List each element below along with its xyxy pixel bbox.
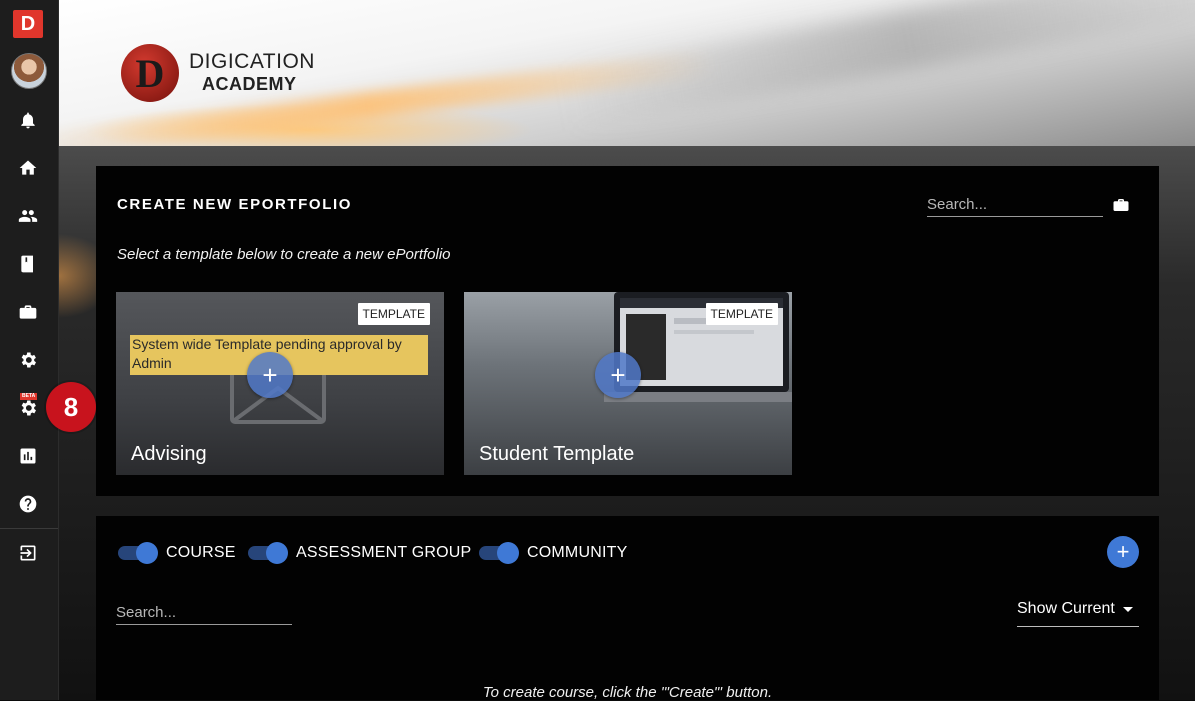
panel-title: CREATE NEW EPORTFOLIO bbox=[117, 196, 352, 213]
help-icon[interactable] bbox=[16, 492, 40, 516]
toggle-assessment-group[interactable]: ASSESSMENT GROUP bbox=[248, 542, 472, 564]
step-badge: 8 bbox=[46, 382, 96, 432]
add-template-button[interactable]: + bbox=[247, 352, 293, 398]
toggle-label: COMMUNITY bbox=[527, 544, 628, 561]
toggle-label: ASSESSMENT GROUP bbox=[296, 544, 472, 561]
home-icon[interactable] bbox=[16, 156, 40, 180]
template-tag: TEMPLATE bbox=[705, 303, 778, 325]
plus-icon: + bbox=[1116, 539, 1130, 564]
create-button[interactable]: + bbox=[1107, 536, 1139, 568]
panel-subtitle: Select a template below to create a new … bbox=[117, 246, 451, 263]
people-icon[interactable] bbox=[16, 204, 40, 228]
header-banner: D DIGICATION ACADEMY bbox=[59, 0, 1195, 146]
gear-icon[interactable] bbox=[16, 348, 40, 372]
toggle-switch[interactable] bbox=[479, 542, 519, 564]
user-avatar[interactable] bbox=[11, 53, 47, 89]
book-icon[interactable] bbox=[16, 252, 40, 276]
chart-icon[interactable] bbox=[16, 444, 40, 468]
logout-icon[interactable] bbox=[16, 541, 40, 565]
template-card-advising[interactable]: TEMPLATE System wide Template pending ap… bbox=[116, 292, 444, 475]
plus-icon: + bbox=[610, 359, 626, 390]
toggle-knob bbox=[497, 542, 519, 564]
beta-label: BETA bbox=[20, 393, 38, 400]
brand-logo-icon: D bbox=[121, 44, 179, 102]
create-eportfolio-panel: CREATE NEW EPORTFOLIO Select a template … bbox=[96, 166, 1159, 496]
bell-icon[interactable] bbox=[16, 108, 40, 132]
toggle-label: COURSE bbox=[166, 544, 236, 561]
toggle-knob bbox=[266, 542, 288, 564]
app-logo[interactable]: D bbox=[13, 10, 43, 38]
brand-name: DIGICATION bbox=[189, 50, 315, 73]
show-current-dropdown[interactable]: Show Current bbox=[1017, 600, 1139, 627]
briefcase-icon[interactable] bbox=[16, 300, 40, 324]
beta-gear-icon[interactable]: BETA bbox=[16, 393, 40, 420]
toggle-switch[interactable] bbox=[118, 542, 158, 564]
caret-down-icon bbox=[1123, 607, 1133, 612]
template-card-name: Advising bbox=[131, 443, 207, 465]
template-card-student[interactable]: TEMPLATE + Student Template bbox=[464, 292, 792, 475]
dropdown-value: Show Current bbox=[1017, 600, 1115, 617]
empty-state-message: To create course, click the '"Create"' b… bbox=[482, 684, 773, 701]
toggle-course[interactable]: COURSE bbox=[118, 542, 236, 564]
briefcase-icon[interactable] bbox=[1112, 196, 1132, 214]
sidebar: D BETA bbox=[0, 0, 59, 700]
brand-logo-letter: D bbox=[135, 50, 165, 96]
plus-icon: + bbox=[262, 359, 278, 390]
template-tag: TEMPLATE bbox=[357, 303, 430, 325]
add-template-button[interactable]: + bbox=[595, 352, 641, 398]
toggle-community[interactable]: COMMUNITY bbox=[479, 542, 628, 564]
template-card-name: Student Template bbox=[479, 443, 635, 465]
toggle-switch[interactable] bbox=[248, 542, 288, 564]
group-search-input[interactable] bbox=[116, 600, 292, 625]
sidebar-divider bbox=[0, 528, 58, 529]
brand-subname: ACADEMY bbox=[202, 74, 297, 94]
groups-panel: COURSE ASSESSMENT GROUP COMMUNITY + Show… bbox=[96, 516, 1159, 701]
template-search-input[interactable] bbox=[927, 192, 1103, 217]
toggle-knob bbox=[136, 542, 158, 564]
